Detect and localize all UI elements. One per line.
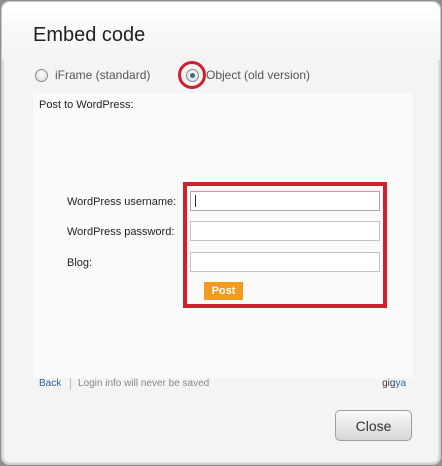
highlight-circle-annotation <box>178 61 206 89</box>
login-info-note: Login info will never be saved <box>78 378 210 389</box>
close-button[interactable]: Close <box>335 410 412 441</box>
dialog-footer: Back Login info will never be saved gigy… <box>39 378 409 392</box>
footer-divider <box>70 378 71 390</box>
radio-iframe-label[interactable]: iFrame (standard) <box>55 69 150 82</box>
dialog-title: Embed code <box>33 24 146 46</box>
gigya-logo-part2: ya <box>395 378 406 389</box>
embed-code-dialog: Embed code iFrame (standard) Object (old… <box>1 1 441 465</box>
gigya-logo-part1: gig <box>382 378 396 389</box>
password-label: WordPress password: <box>67 226 175 238</box>
username-label: WordPress username: <box>67 196 177 208</box>
gigya-logo[interactable]: gigya <box>382 378 406 389</box>
radio-iframe[interactable] <box>35 69 48 82</box>
blog-label: Blog: <box>67 257 93 269</box>
back-link[interactable]: Back <box>39 378 61 389</box>
dialog-title-bar: Embed code <box>2 2 440 60</box>
post-to-wordpress-heading: Post to WordPress: <box>39 99 134 111</box>
radio-object-label[interactable]: Object (old version) <box>206 69 310 82</box>
highlight-box-annotation <box>183 182 387 308</box>
